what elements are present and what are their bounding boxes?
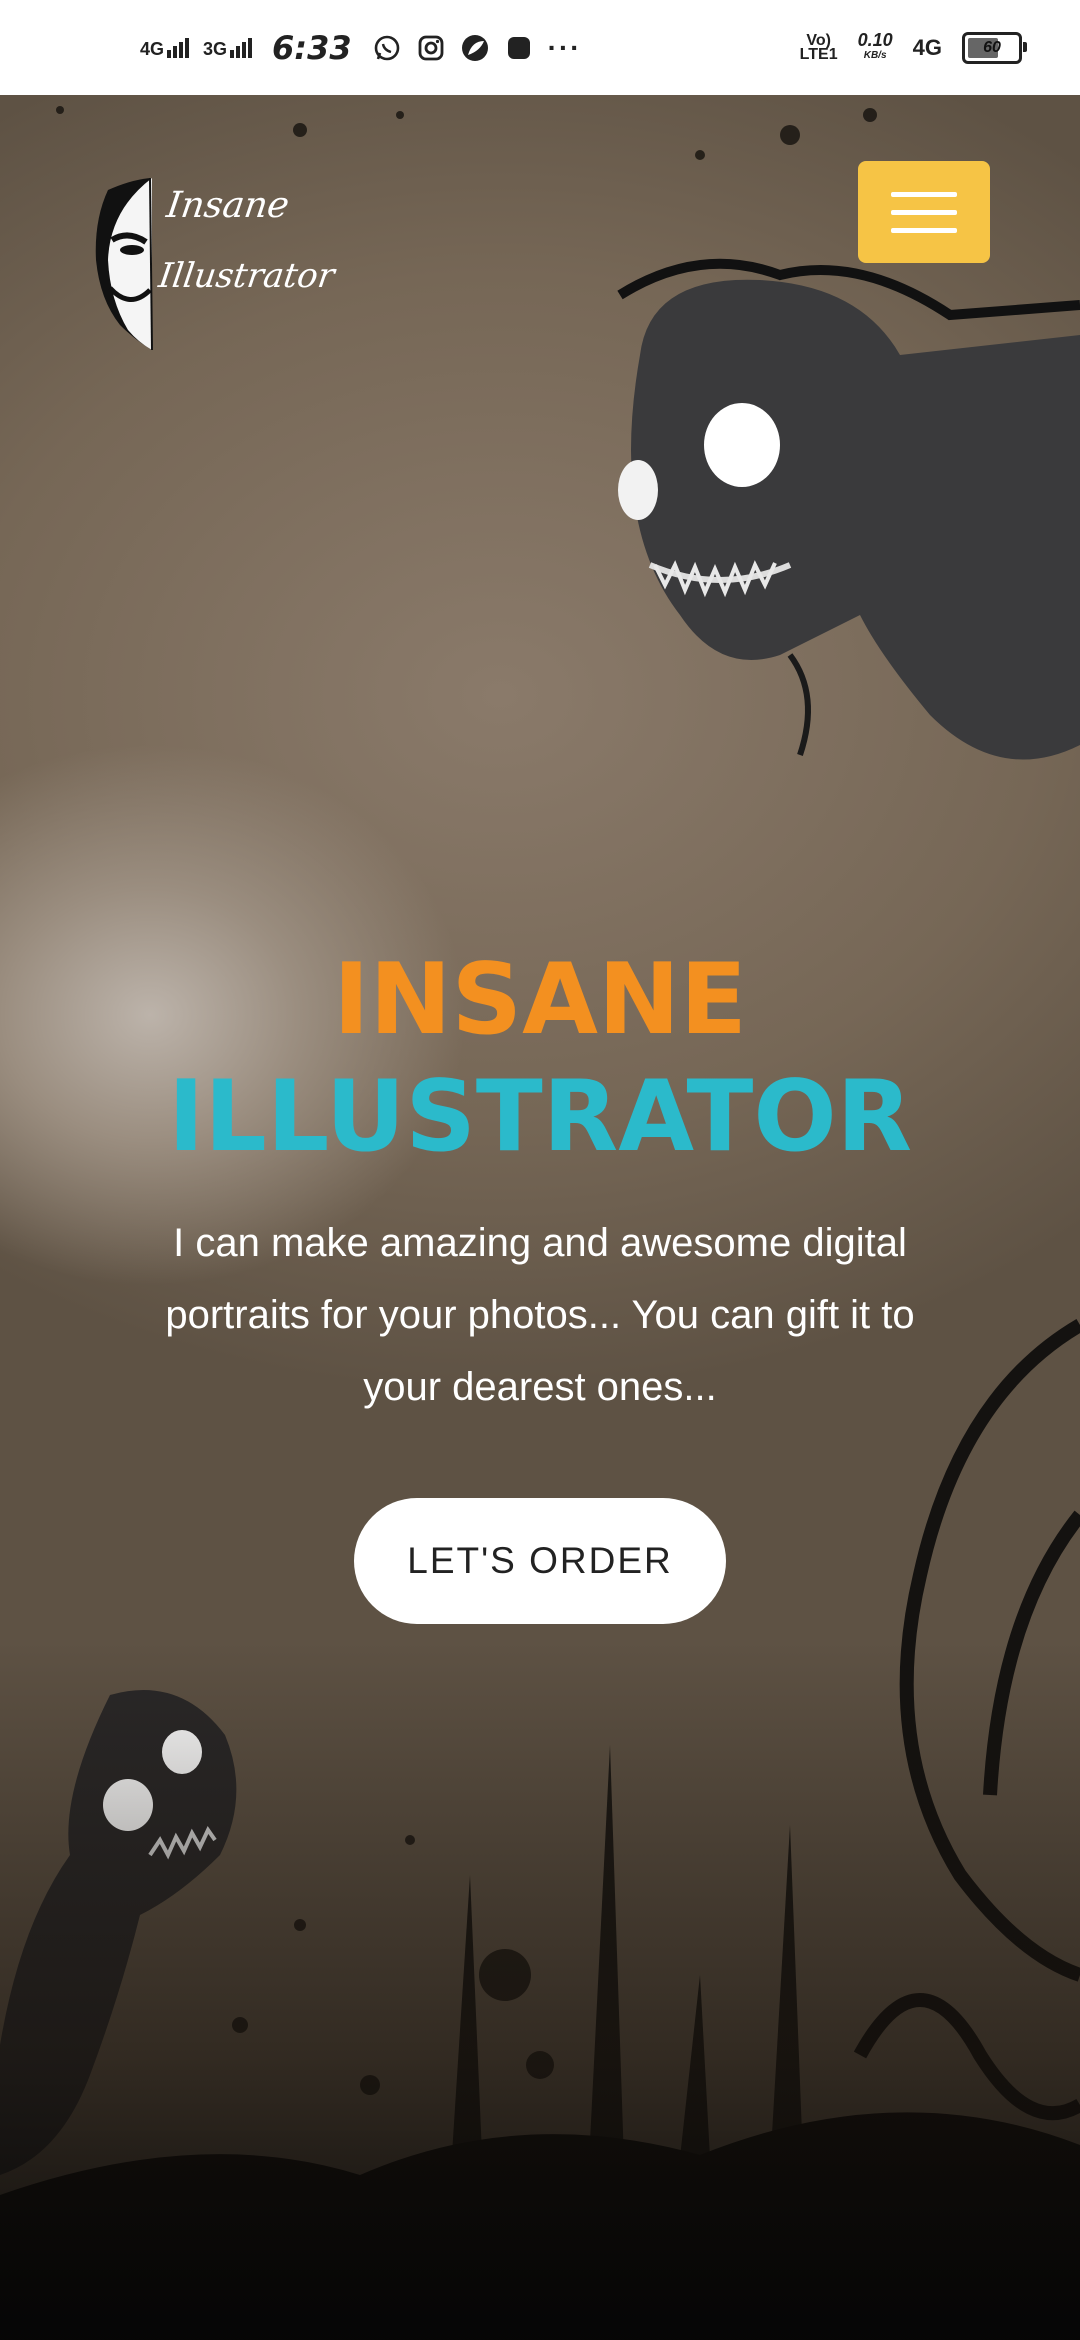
hero-section: Insane Illustrator INSANE ILLUSTRATOR I …	[0, 95, 1080, 2340]
status-bar-right: Vo) LTE1 0.10 KB/s 4G 60	[799, 0, 1027, 95]
status-bar-left: 4G 3G 6:33 ···	[140, 0, 582, 95]
whatsapp-icon	[372, 33, 402, 63]
hero-title-line-1: INSANE	[333, 943, 747, 1057]
menu-line-icon	[891, 191, 957, 197]
lets-order-button[interactable]: LET'S ORDER	[354, 1498, 726, 1624]
signal-4g-indicator: 4G	[140, 37, 190, 59]
menu-line-icon	[891, 209, 957, 215]
network-type-label: 3G	[203, 38, 228, 59]
more-notifications-icon: ···	[547, 31, 582, 63]
network-type-label: 4G	[140, 38, 165, 59]
hero-description: I can make amazing and awesome digital p…	[165, 1221, 915, 1409]
battery-icon: 60	[962, 31, 1027, 64]
clock: 6:33	[272, 28, 352, 67]
signal-3g-indicator: 3G	[203, 37, 253, 59]
instagram-icon	[416, 33, 446, 63]
creature-bottom-left	[0, 1690, 237, 2175]
signal-4g-indicator-2: 4G	[912, 34, 942, 60]
site-logo[interactable]: Insane Illustrator	[90, 170, 337, 360]
creature-top-right	[617, 258, 1080, 760]
logo-wordmark: Insane Illustrator	[156, 185, 338, 296]
hero-title-line-2: ILLUSTRATOR	[167, 1060, 913, 1174]
leaf-icon	[460, 33, 490, 63]
network-speed: 0.10 KB/s	[857, 29, 893, 61]
hamburger-menu-button[interactable]	[858, 161, 990, 263]
volte-indicator: Vo) LTE1	[799, 31, 838, 63]
menu-line-icon	[891, 227, 957, 233]
status-bar: 4G 3G 6:33 ··· Vo) LTE1 0.10 KB/s 4G 60	[0, 0, 1080, 95]
app-icon	[504, 33, 534, 63]
